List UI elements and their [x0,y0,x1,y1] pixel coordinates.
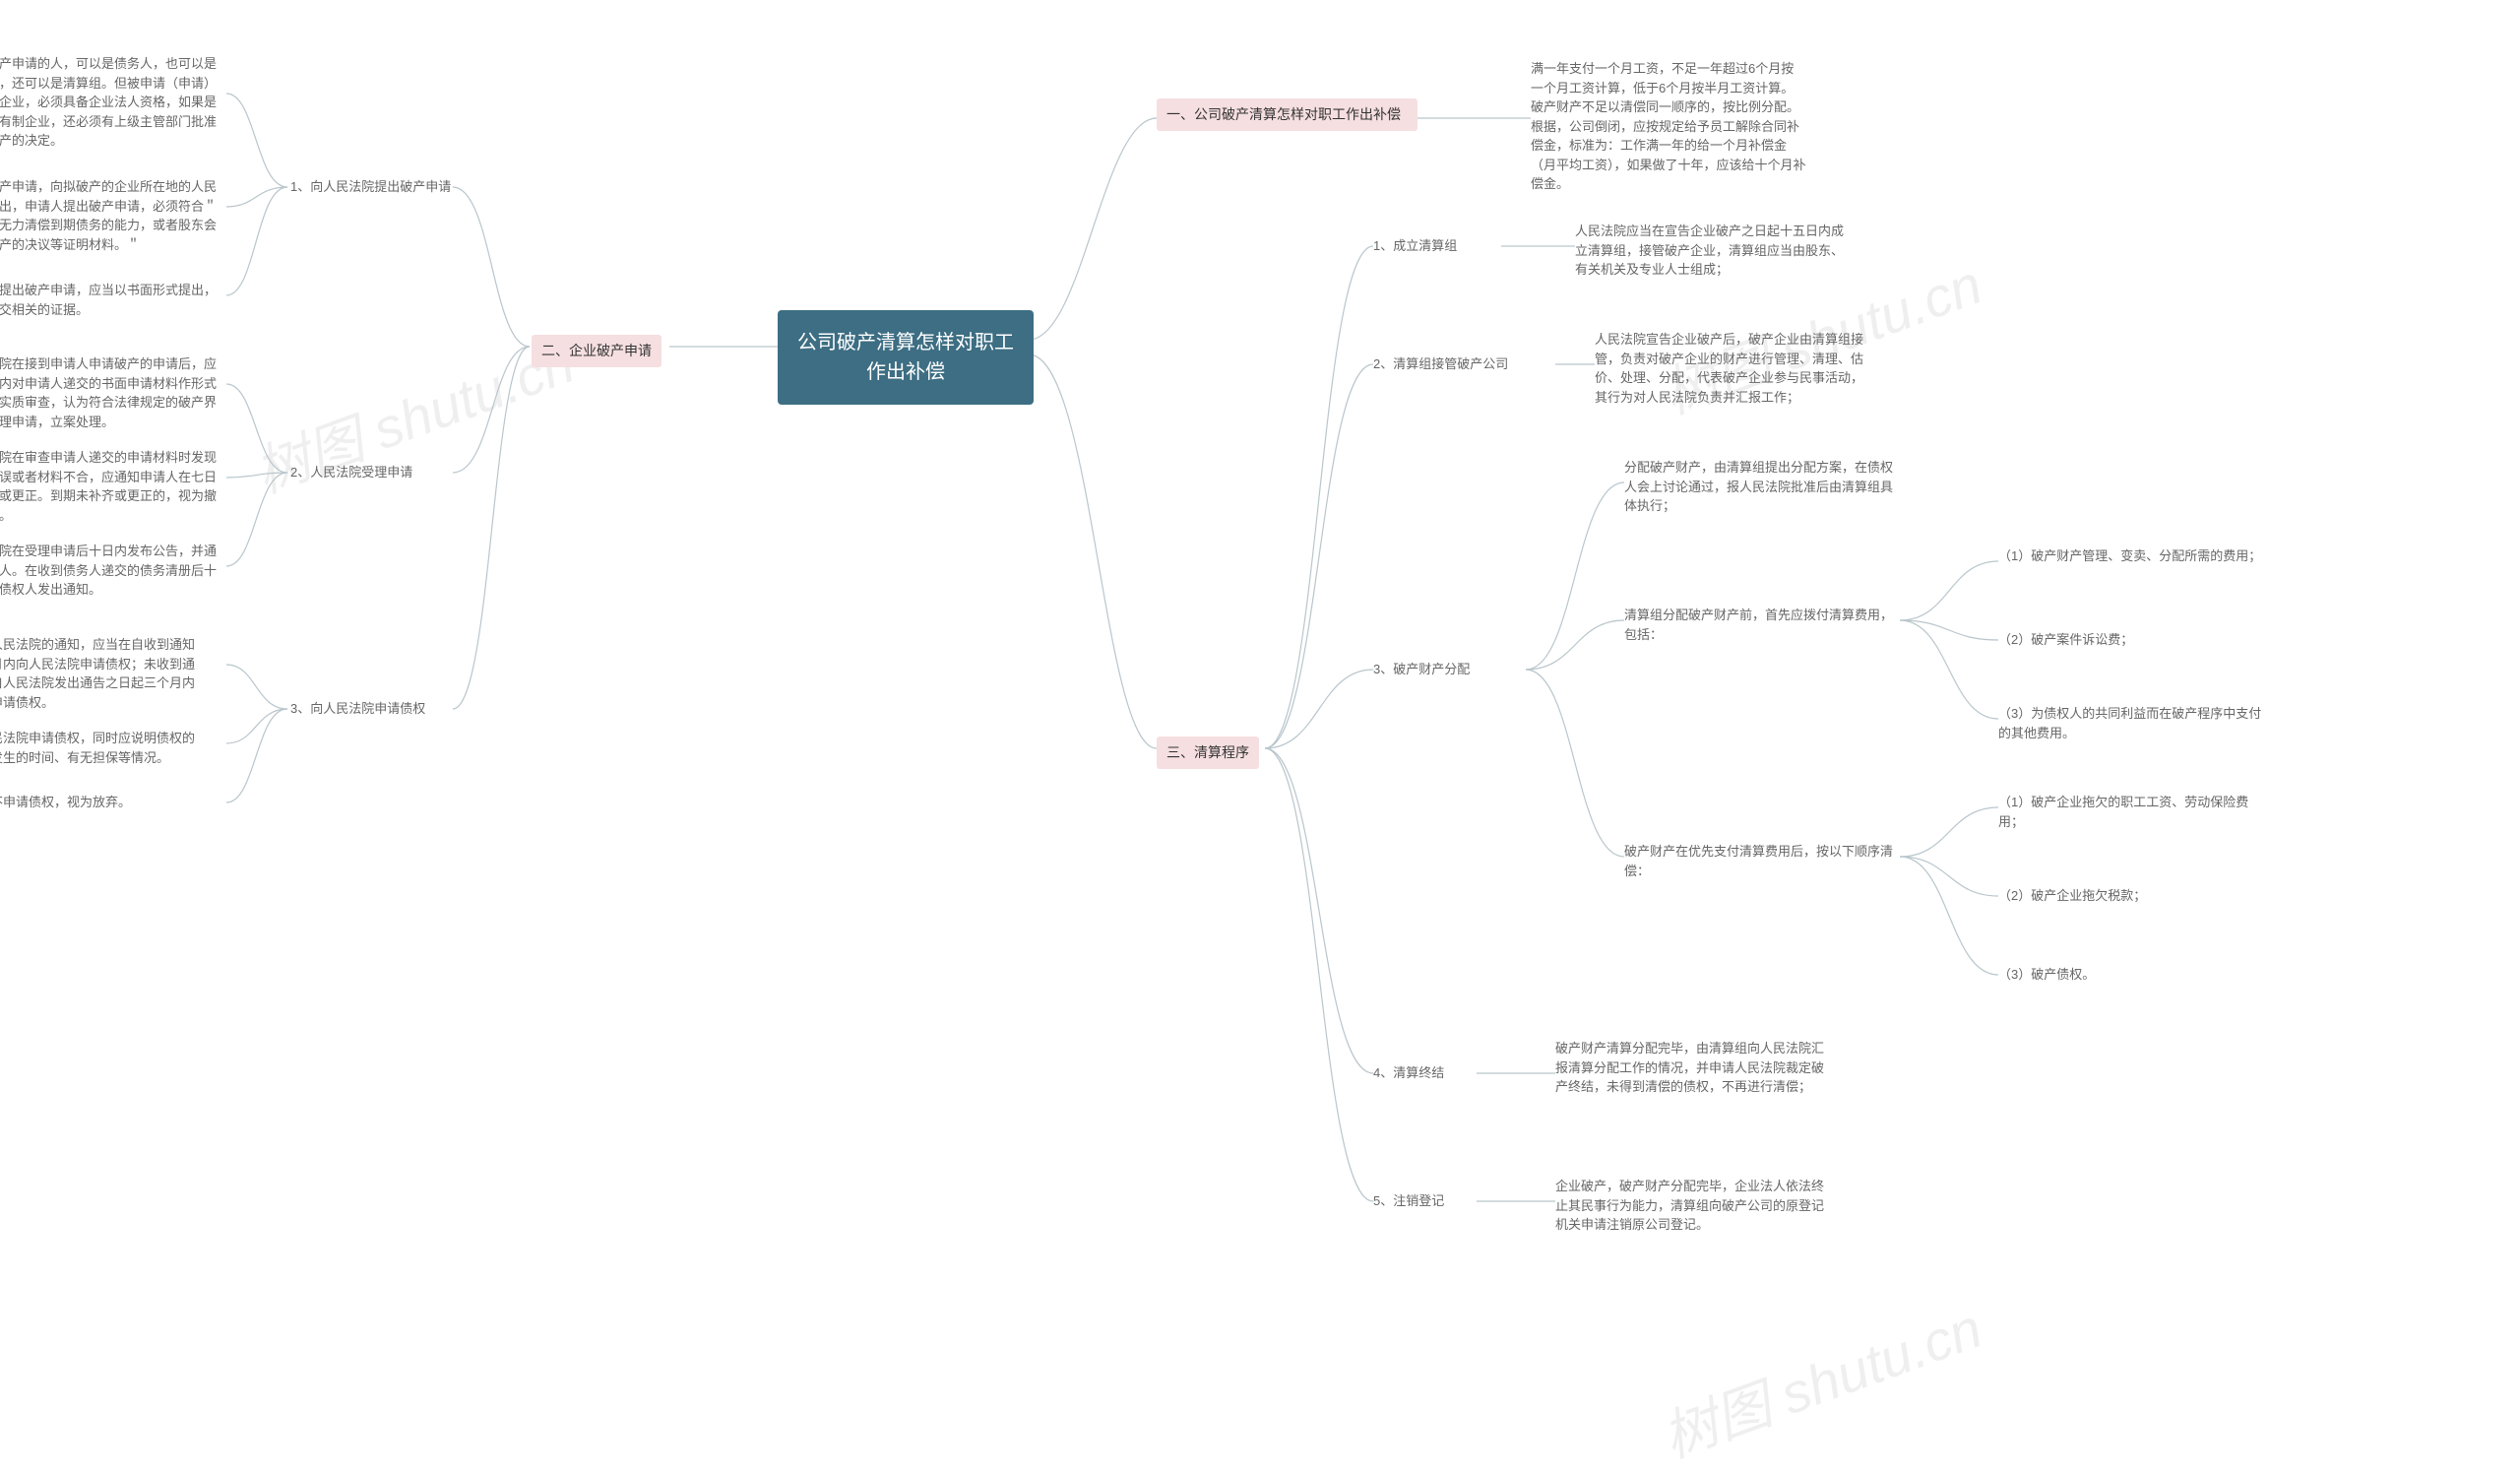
root-node[interactable]: 公司破产清算怎样对职工作出补偿 [778,310,1034,405]
b3-n3-c1: 分配破产财产，由清算组提出分配方案，在债权人会上讨论通过，报人民法院批准后由清算… [1624,458,1900,516]
b3-n4[interactable]: 4、清算终结 [1373,1063,1444,1083]
b3-n5-leaf: 企业破产，破产财产分配完毕，企业法人依法终止其民事行为能力，清算组向破产公司的原… [1555,1177,1831,1235]
b2-n3-c2: 债权人向人民法院申请债权，同时应说明债权的性质、债权发生的时间、有无担保等情况。 [0,729,202,767]
branch-1-leaf: 满一年支付一个月工资，不足一年超过6个月按一个月工资计算，低于6个月按半月工资计… [1531,59,1806,194]
b3-n3-c3-i1: （1）破产企业拖欠的职工工资、劳动保险费用； [1998,793,2274,831]
b2-n1[interactable]: 1、向人民法院提出破产申请 [290,177,451,197]
b2-n3[interactable]: 3、向人民法院申请债权 [290,699,425,719]
b3-n5[interactable]: 5、注销登记 [1373,1191,1444,1211]
branch-2[interactable]: 二、企业破产申请 [532,335,662,367]
b3-n3-c2-i3: （3）为债权人的共同利益而在破产程序中支付的其他费用。 [1998,704,2274,742]
b2-n1-c2: 提出破产申请，向拟破产的企业所在地的人民法院提出，申请人提出破产申请，必须符合＂… [0,177,226,254]
branch-1[interactable]: 一、公司破产清算怎样对职工作出补偿 [1157,98,1418,131]
b2-n3-c1: 债权人接到人民法院的通知，应当在自收到通知之日起一个月内向人民法院申请债权；未收… [0,635,202,712]
b2-n1-c3: 申请人提出破产申请，应当以书面形式提出，同时提交相关的证据。 [0,281,226,319]
b3-n3-c2-i2: （2）破产案件诉讼费； [1998,630,2133,650]
branch-3[interactable]: 三、清算程序 [1157,737,1259,769]
b2-n2-c1: 人民法院在接到申请人申请破产的申请后，应在七日内对申请人递交的书面申请材料作形式… [0,354,226,431]
b2-n1-c1: 提出破产申请的人，可以是债务人，也可以是债权人，还可以是清算组。但被申请（申请）… [0,54,226,151]
mindmap-canvas: 树图 shutu.cn 树图 shutu.cn 树图 shutu.cn [0,0,2520,1399]
b3-n1[interactable]: 1、成立清算组 [1373,236,1457,256]
b3-n2-leaf: 人民法院宣告企业破产后，破产企业由清算组接管，负责对破产企业的财产进行管理、清理… [1595,330,1870,407]
b2-n2[interactable]: 2、人民法院受理申请 [290,463,412,482]
b3-n1-leaf: 人民法院应当在宣告企业破产之日起十五日内成立清算组，接管破产企业，清算组应当由股… [1575,222,1851,280]
b2-n2-c3: 人民法院在受理申请后十日内发布公告，并通知债务人。在收到债务人递交的债务清册后十… [0,542,226,600]
b3-n3-c3: 破产财产在优先支付清算费用后，按以下顺序清偿： [1624,842,1900,880]
b2-n3-c3: 债权人到期不申请债权，视为放弃。 [0,793,202,812]
b3-n4-leaf: 破产财产清算分配完毕，由清算组向人民法院汇报清算分配工作的情况，并申请人民法院裁… [1555,1039,1831,1097]
b3-n2[interactable]: 2、清算组接管破产公司 [1373,354,1508,374]
b2-n2-c2: 人民法院在审查申请人递交的申请材料时发现材料有误或者材料不合，应通知申请人在七日… [0,448,226,525]
b3-n3-c3-i3: （3）破产债权。 [1998,965,2095,985]
b3-n3[interactable]: 3、破产财产分配 [1373,660,1470,679]
b3-n3-c2: 清算组分配破产财产前，首先应拨付清算费用，包括： [1624,606,1900,644]
b3-n3-c2-i1: （1）破产财产管理、变卖、分配所需的费用； [1998,546,2274,566]
b3-n3-c3-i2: （2）破产企业拖欠税款； [1998,886,2146,906]
watermark: 树图 shutu.cn [1650,1284,1991,1473]
